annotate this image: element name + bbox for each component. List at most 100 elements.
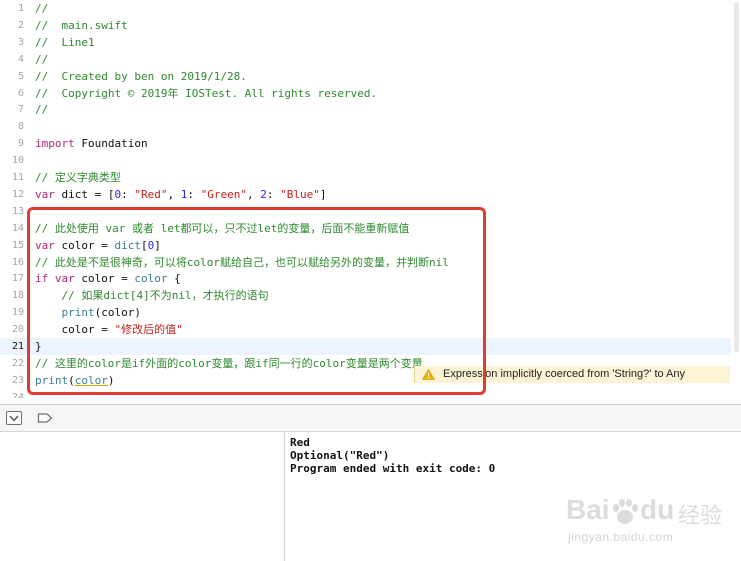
line-number[interactable]: 4: [0, 51, 24, 68]
code-line[interactable]: 15 var color = dict[0]: [0, 237, 741, 254]
code-token: color =: [35, 323, 115, 337]
line-number[interactable]: 11: [0, 169, 24, 186]
code-token: //: [35, 52, 49, 66]
line-number[interactable]: 8: [0, 118, 24, 135]
line-number[interactable]: 21: [0, 338, 24, 355]
watermark-cn: 经验: [678, 504, 723, 529]
code-line[interactable]: 20 color = "修改后的值": [0, 321, 741, 338]
code-text[interactable]: // 此处使用 var 或者 let都可以，只不过let的变量，后面不能重新赋值: [35, 220, 409, 237]
code-token: // Line1: [35, 35, 95, 49]
code-token: //: [35, 2, 49, 15]
code-text[interactable]: // main.swift: [35, 17, 128, 34]
line-number[interactable]: 17: [0, 270, 24, 287]
code-token: ]: [154, 238, 161, 252]
code-text[interactable]: // 这里的color是if外面的color变量，跟if同一行的color变量是…: [35, 355, 423, 372]
breakpoint-toggle-button[interactable]: [37, 411, 53, 425]
code-text[interactable]: print(color): [35, 372, 115, 389]
line-number[interactable]: 9: [0, 135, 24, 152]
code-text[interactable]: // Created by ben on 2019/1/28.: [35, 68, 247, 85]
source-editor[interactable]: 1 // 2 // main.swift 3 // Line1 4 // 5 // Created…: [0, 0, 741, 398]
code-token: // 定义字典类型: [35, 171, 121, 184]
line-number[interactable]: 2: [0, 17, 24, 34]
code-line[interactable]: 14 // 此处使用 var 或者 let都可以，只不过let的变量，后面不能重新…: [0, 220, 741, 237]
warning-annotation[interactable]: Expression implicitly coerced from 'Stri…: [414, 366, 730, 383]
code-line[interactable]: 4 //: [0, 51, 741, 68]
code-line[interactable]: 19 print(color): [0, 304, 741, 321]
code-token: {: [167, 272, 181, 286]
code-line[interactable]: 21}: [0, 338, 731, 355]
code-token: print: [61, 306, 95, 320]
watermark-logo-du: du: [640, 494, 675, 525]
code-text[interactable]: color = "修改后的值": [35, 321, 183, 338]
code-line[interactable]: 10: [0, 152, 741, 169]
line-number[interactable]: 10: [0, 152, 24, 169]
code-line[interactable]: 11 // 定义字典类型: [0, 169, 741, 186]
code-token: if: [35, 272, 49, 286]
breakpoint-icon: [37, 413, 53, 423]
editor-scrollbar[interactable]: [734, 2, 739, 352]
hide-debug-area-icon: [6, 411, 22, 425]
line-number[interactable]: 14: [0, 220, 24, 237]
line-number[interactable]: 13: [0, 203, 24, 220]
watermark-url: jingyan.baidu.com: [568, 530, 674, 544]
line-number[interactable]: 24: [0, 389, 24, 398]
code-text[interactable]: // Line1: [35, 34, 95, 51]
code-line[interactable]: 3 // Line1: [0, 34, 741, 51]
code-text[interactable]: }: [35, 338, 42, 355]
code-line[interactable]: 17 if var color = color {: [0, 270, 741, 287]
code-token: color =: [54, 238, 115, 252]
code-token: }: [35, 340, 42, 353]
line-number[interactable]: 1: [0, 0, 24, 17]
code-line[interactable]: 7 //: [0, 101, 741, 118]
code-token: var: [35, 238, 55, 252]
code-text[interactable]: // 此处是不是很神奇，可以将color赋给自己，也可以赋给另外的变量，并判断n…: [35, 254, 449, 271]
code-line[interactable]: 13: [0, 203, 741, 220]
line-number[interactable]: 5: [0, 68, 24, 85]
code-line[interactable]: 16 // 此处是不是很神奇，可以将color赋给自己，也可以赋给另外的变量，并判…: [0, 254, 741, 271]
code-token: // main.swift: [35, 18, 128, 32]
code-token: ,: [246, 187, 261, 201]
code-line[interactable]: 1 //: [0, 0, 741, 17]
warning-triangle-icon: [422, 369, 435, 380]
code-text[interactable]: // 定义字典类型: [35, 169, 121, 186]
line-number[interactable]: 16: [0, 254, 24, 271]
code-line[interactable]: 5 // Created by ben on 2019/1/28.: [0, 68, 741, 85]
code-line[interactable]: 12 var dict = [0: "Red", 1: "Green", 2: "…: [0, 186, 741, 203]
code-text[interactable]: //: [35, 101, 48, 118]
line-number[interactable]: 12: [0, 186, 24, 203]
code-token: "修改后的值": [114, 323, 183, 337]
code-line[interactable]: 9 import Foundation: [0, 135, 741, 152]
variables-view[interactable]: [0, 432, 284, 561]
code-line[interactable]: 2 // main.swift: [0, 17, 741, 34]
line-number[interactable]: 22: [0, 355, 24, 372]
code-text[interactable]: // 如果dict[4]不为nil，才执行的语句: [35, 287, 268, 304]
line-number[interactable]: 18: [0, 287, 24, 304]
code-text[interactable]: if var color = color {: [35, 270, 181, 287]
line-number[interactable]: 23: [0, 372, 24, 389]
code-line[interactable]: 24: [0, 389, 741, 398]
code-text[interactable]: var dict = [0: "Red", 1: "Green", 2: "Bl…: [35, 186, 326, 203]
code-text[interactable]: //: [35, 51, 48, 68]
code-token: var: [54, 272, 75, 286]
code-line[interactable]: 8: [0, 118, 741, 135]
code-token: ]: [319, 187, 327, 201]
code-token: ): [107, 373, 115, 387]
code-token: dict: [114, 238, 141, 252]
line-number[interactable]: 7: [0, 101, 24, 118]
code-token: //: [35, 103, 49, 117]
code-text[interactable]: //: [35, 0, 48, 17]
code-text[interactable]: var color = dict[0]: [35, 237, 161, 254]
code-text[interactable]: import Foundation: [35, 135, 148, 152]
hide-debug-area-button[interactable]: [6, 411, 22, 425]
code-text[interactable]: // Copyright © 2019年 IOSTest. All rights…: [35, 85, 377, 102]
code-token: // 此处使用 var 或者 let都可以，只不过let的变量，后面不能重新赋值: [35, 221, 410, 235]
code-line[interactable]: 18 // 如果dict[4]不为nil，才执行的语句: [0, 287, 741, 304]
paw-icon: [610, 498, 640, 530]
code-text[interactable]: print(color): [35, 304, 141, 321]
line-number[interactable]: 3: [0, 34, 24, 51]
line-number[interactable]: 20: [0, 321, 24, 338]
line-number[interactable]: 19: [0, 304, 24, 321]
code-line[interactable]: 6 // Copyright © 2019年 IOSTest. All right…: [0, 85, 741, 102]
line-number[interactable]: 6: [0, 85, 24, 102]
line-number[interactable]: 15: [0, 237, 24, 254]
